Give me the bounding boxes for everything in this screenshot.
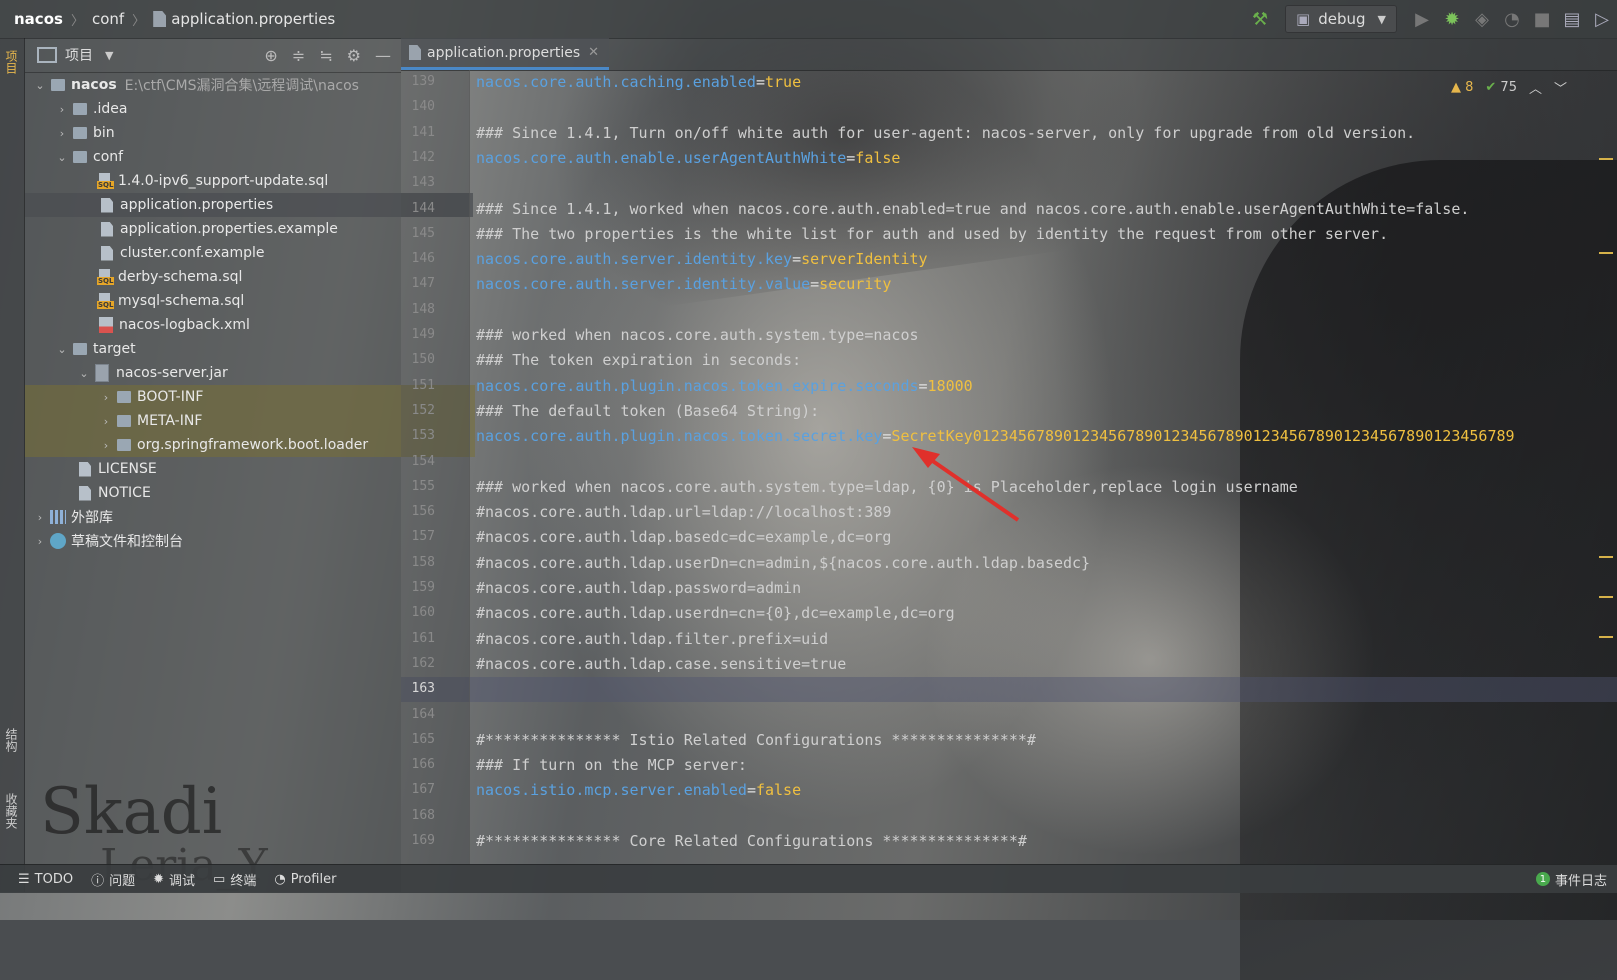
debug-label: 调试: [169, 873, 196, 889]
terminal-tool-button[interactable]: ▭ 终端: [213, 870, 256, 889]
event-log-button[interactable]: 1 事件日志: [1535, 870, 1607, 889]
problems-tool-button[interactable]: ⓘ 问题: [91, 870, 135, 889]
problems-label: 问题: [109, 873, 136, 889]
debug-tool-button[interactable]: ✹ 调试: [153, 870, 195, 889]
todo-label: TODO: [34, 871, 74, 887]
bug-icon: ✹: [153, 871, 165, 887]
red-annotation-arrow: [912, 447, 1020, 522]
terminal-icon: ▭: [213, 871, 226, 887]
event-count-badge: 1: [1535, 872, 1550, 886]
profiler-tool-button[interactable]: ◔ Profiler: [274, 872, 336, 887]
terminal-label: 终端: [230, 873, 257, 889]
info-icon: ⓘ: [91, 873, 105, 889]
profiler-icon: ◔: [274, 871, 286, 887]
profiler-label: Profiler: [290, 871, 337, 887]
todo-tool-button[interactable]: ☰ TODO: [18, 872, 73, 887]
tool-window-bar: ☰ TODO ⓘ 问题 ✹ 调试 ▭ 终端 ◔ Profiler 1 事件日志: [0, 864, 1617, 893]
event-log-label: 事件日志: [1554, 873, 1607, 889]
list-icon: ☰: [18, 871, 30, 887]
